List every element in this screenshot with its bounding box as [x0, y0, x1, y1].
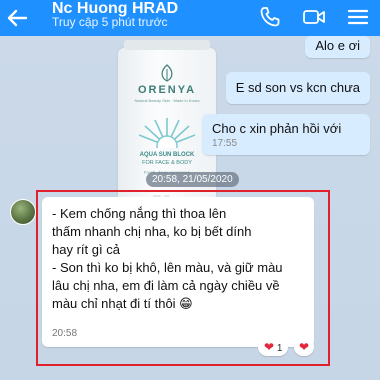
chat-header: Nc Huong HRAD Truy cập 5 phút trước — [0, 0, 380, 36]
message-line: - Kem chống nắng thì thoa lên — [52, 206, 227, 221]
outgoing-message[interactable]: Alo e ơi — [305, 36, 370, 58]
incoming-message[interactable]: - Kem chống nắng thì thoa lên thấm nhanh… — [42, 197, 314, 347]
message-text: Cho c xin phản hồi với — [212, 121, 342, 136]
avatar[interactable] — [10, 199, 36, 225]
product-use: FOR FACE & BODY — [142, 160, 192, 166]
phone-icon[interactable] — [258, 5, 282, 29]
tube-cap — [124, 40, 210, 50]
message-line: hay rít gì cả — [52, 242, 120, 257]
message-line: - Son thì ko bị khô, lên màu, và giữ màu — [52, 260, 283, 275]
message-line: màu chỉ nhạt đi tí thôi 😁 — [52, 296, 193, 311]
message-line: thấm nhanh chị nha, ko bị bết dính — [52, 224, 252, 239]
back-arrow-icon[interactable] — [6, 8, 28, 28]
chat-area[interactable]: ORENYA Natural Beauty Skin · Made in Kor… — [0, 36, 380, 380]
leaf-logo-icon — [161, 64, 173, 82]
heart-icon: ❤ — [264, 340, 275, 354]
sun-graphic-icon — [138, 118, 196, 148]
message-line: lâu chị nha, em đi làm cả ngày chiều về — [52, 278, 280, 293]
message-time: 20:58 — [52, 328, 78, 339]
heart-icon: ❤ — [298, 340, 310, 354]
add-reaction-button[interactable]: ❤ — [294, 338, 314, 356]
product-brand: ORENYA — [137, 84, 197, 96]
product-brand-sub: Natural Beauty Skin · Made in Korea — [134, 98, 200, 103]
message-text: - Kem chống nắng thì thoa lên thấm nhanh… — [52, 205, 308, 313]
reaction-count: 1 — [276, 343, 283, 354]
outgoing-message[interactable]: Cho c xin phản hồi với 17:55 — [202, 114, 370, 155]
message-time: 17:55 — [212, 138, 238, 149]
last-seen-status: Truy cập 5 phút trước — [52, 15, 168, 29]
video-call-icon[interactable] — [302, 5, 326, 29]
outgoing-message[interactable]: E sd son vs kcn chưa — [225, 72, 370, 104]
menu-icon[interactable] — [346, 5, 370, 29]
date-separator: 20:58, 21/05/2020 — [146, 172, 239, 187]
product-name: AQUA SUN BLOCK — [139, 152, 195, 158]
reaction-summary[interactable]: ❤ 1 — [258, 338, 289, 356]
